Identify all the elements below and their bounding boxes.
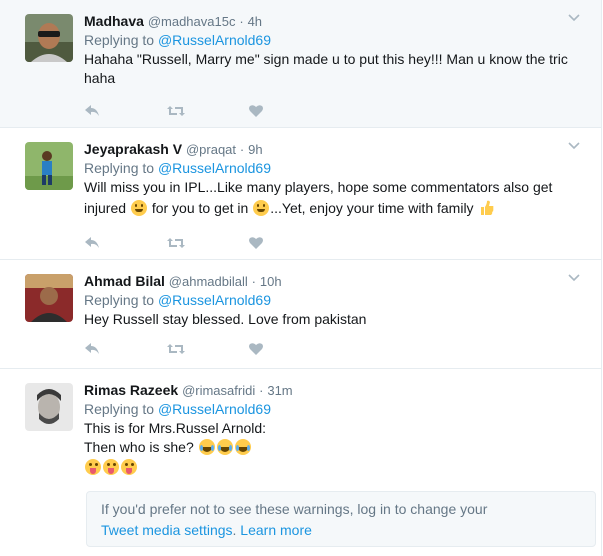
retweet-button[interactable]: [166, 103, 248, 119]
heart-icon: [249, 105, 263, 117]
retweet-icon: [167, 106, 185, 116]
avatar[interactable]: [25, 14, 73, 62]
tweet[interactable]: Ahmad Bilal @ahmadbilall · 10h Replying …: [0, 260, 602, 369]
like-button[interactable]: [248, 103, 330, 119]
tongue-emoji-icon: [85, 459, 101, 475]
tweet-text: Hey Russell stay blessed. Love from paki…: [84, 310, 581, 329]
grin-emoji-icon: [253, 200, 270, 216]
chevron-down-icon[interactable]: [567, 271, 581, 285]
tweet-time[interactable]: 31m: [267, 383, 292, 398]
author-name[interactable]: Jeyaprakash V: [84, 141, 182, 157]
author-name[interactable]: Rimas Razeek: [84, 382, 178, 398]
tweet-feed: Madhava @madhava15c · 4h Replying to @Ru…: [0, 0, 603, 556]
tweet-text-line: Then who is she?: [84, 438, 581, 457]
author-handle[interactable]: @ahmadbilall: [169, 274, 248, 289]
tweet-time[interactable]: 4h: [248, 14, 262, 29]
replying-to-label: Replying to: [84, 292, 155, 308]
replying-to-label: Replying to: [84, 401, 155, 417]
tweet-text-fragment: ...Yet, enjoy your time with family: [270, 200, 474, 216]
avatar[interactable]: [25, 142, 73, 190]
retweet-button[interactable]: [166, 341, 248, 357]
tweet-text-fragment: for you to get in: [151, 200, 249, 216]
retweet-icon: [167, 238, 185, 248]
tongue-emoji-icon: [103, 459, 119, 475]
media-warning-notice: If you'd prefer not to see these warning…: [86, 491, 596, 547]
chevron-down-icon[interactable]: [567, 139, 581, 153]
like-button[interactable]: [248, 235, 330, 251]
tweet[interactable]: Jeyaprakash V @praqat · 9h Replying to @…: [0, 128, 602, 260]
mention-link[interactable]: @RusselArnold69: [158, 32, 271, 48]
tweet-text-line: This is for Mrs.Russel Arnold:: [84, 420, 267, 436]
learn-more-link[interactable]: Learn more: [240, 522, 312, 538]
emoji-line: [84, 458, 581, 477]
warning-links: Tweet media settings. Learn more: [101, 520, 581, 541]
heart-icon: [249, 237, 263, 249]
wink-emoji-icon: [130, 200, 147, 216]
tweet-text: Will miss you in IPL...Like many players…: [84, 178, 581, 218]
separator-dot: ·: [239, 14, 244, 29]
reply-icon: [85, 237, 99, 248]
avatar[interactable]: [25, 274, 73, 322]
mention-link[interactable]: @RusselArnold69: [158, 401, 271, 417]
reply-button[interactable]: [84, 341, 166, 357]
warning-separator: .: [232, 522, 237, 538]
retweet-icon: [167, 344, 185, 354]
laughing-emoji-icon: [216, 439, 233, 455]
tweet-text-line: haha: [84, 70, 116, 86]
like-button[interactable]: [248, 341, 330, 357]
mention-link[interactable]: @RusselArnold69: [158, 160, 271, 176]
author-handle[interactable]: @madhava15c: [148, 14, 236, 29]
reply-button[interactable]: [84, 235, 166, 251]
avatar[interactable]: [25, 383, 73, 431]
tweet-text-line: Hey Russell stay blessed. Love from paki…: [84, 311, 367, 327]
tweet-text-fragment: injured: [84, 200, 127, 216]
author-handle[interactable]: @praqat: [186, 142, 236, 157]
reply-icon: [85, 343, 99, 354]
warning-text: If you'd prefer not to see these warning…: [101, 501, 488, 517]
separator-dot: ·: [259, 383, 264, 398]
replying-to-label: Replying to: [84, 32, 155, 48]
separator-dot: ·: [251, 274, 256, 289]
reply-icon: [85, 105, 99, 116]
tweet[interactable]: Madhava @madhava15c · 4h Replying to @Ru…: [0, 0, 602, 128]
author-handle[interactable]: @rimasafridi: [182, 383, 255, 398]
heart-icon: [249, 343, 263, 355]
tweet-time[interactable]: 9h: [248, 142, 262, 157]
tweet-text: Hahaha "Russell, Marry me" sign made u t…: [84, 50, 581, 88]
tweet-text-fragment: Then who is she?: [84, 439, 194, 455]
author-name[interactable]: Ahmad Bilal: [84, 273, 165, 289]
reply-button[interactable]: [84, 103, 166, 119]
tweet-text-line: Will miss you in IPL...Like many players…: [84, 179, 553, 195]
mention-link[interactable]: @RusselArnold69: [158, 292, 271, 308]
tweet-text-line: injured for you to get in ...Yet, enjoy …: [84, 199, 581, 218]
tweet-media-settings-link[interactable]: Tweet media settings: [101, 522, 233, 538]
author-name[interactable]: Madhava: [84, 13, 144, 29]
tongue-emoji-icon: [121, 459, 137, 475]
laughing-emoji-icon: [234, 439, 251, 455]
tweet-time[interactable]: 10h: [260, 274, 282, 289]
laughing-emoji-icon: [198, 439, 215, 455]
thumbs-up-emoji-icon: [481, 200, 494, 215]
tweet-text-line: Hahaha "Russell, Marry me" sign made u t…: [84, 51, 568, 67]
replying-to-label: Replying to: [84, 160, 155, 176]
separator-dot: ·: [239, 142, 245, 157]
tweet-text: This is for Mrs.Russel Arnold: Then who …: [84, 419, 581, 477]
retweet-button[interactable]: [166, 235, 248, 251]
chevron-down-icon[interactable]: [567, 11, 581, 25]
